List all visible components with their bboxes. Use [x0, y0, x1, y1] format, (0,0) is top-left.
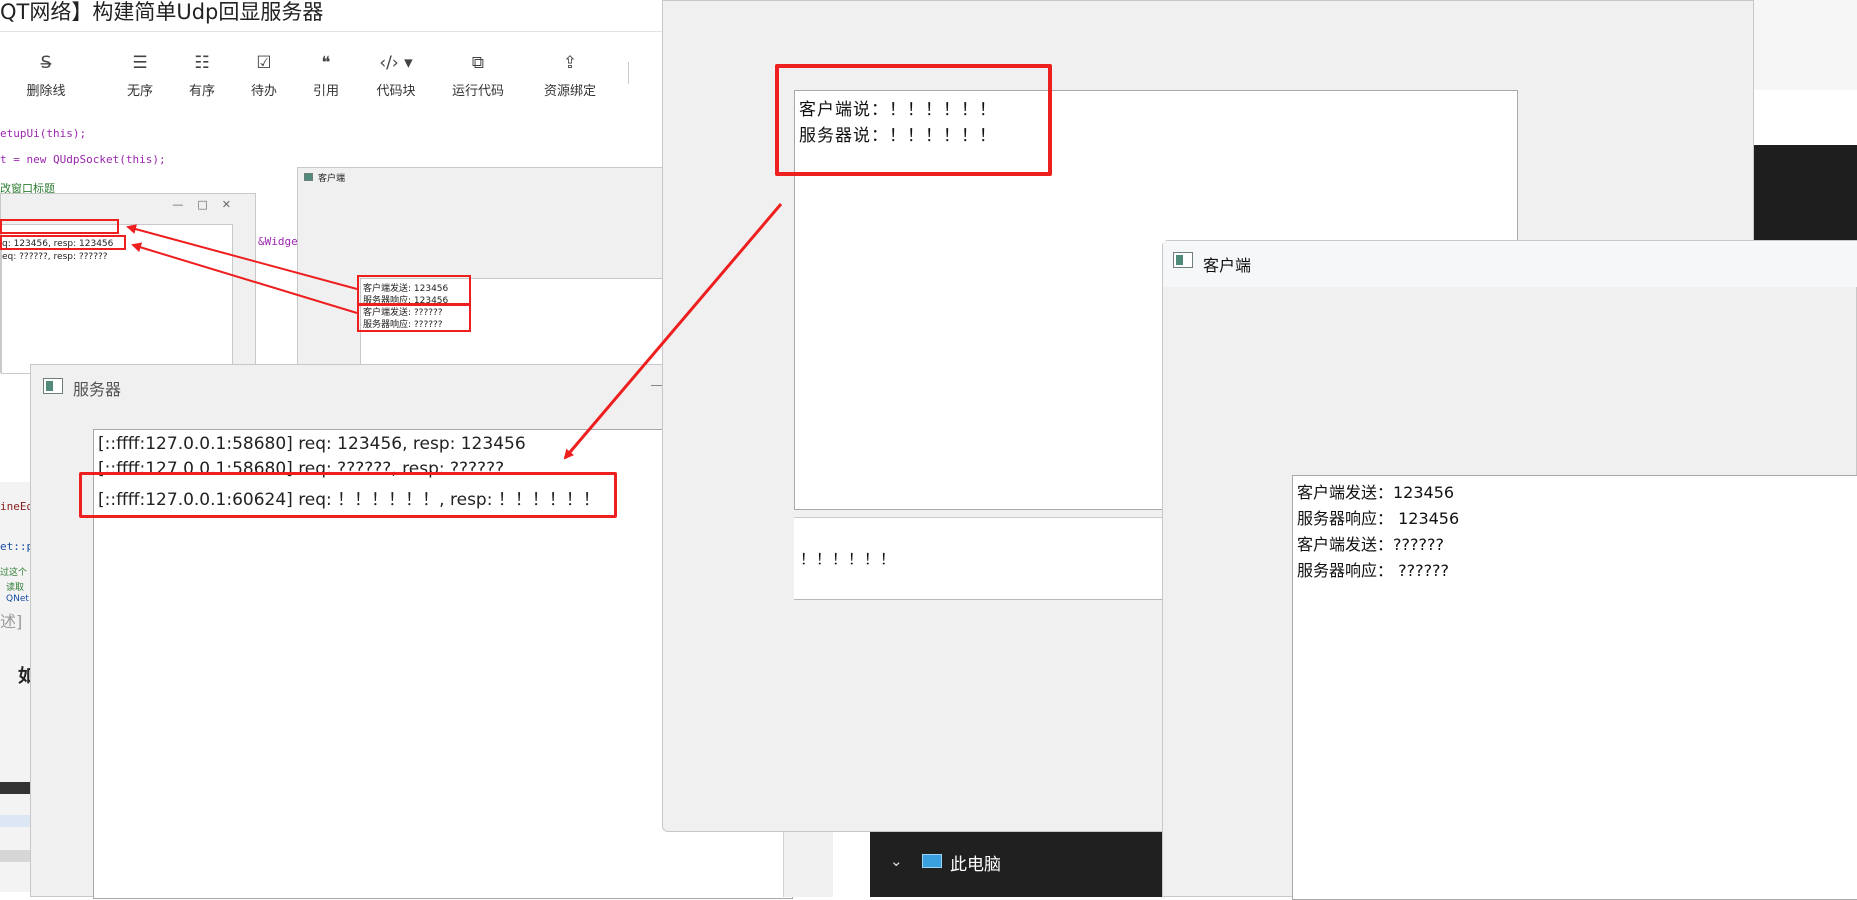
arrow-line [126, 224, 358, 290]
arrow-line [563, 203, 783, 460]
annotation-arrows [126, 203, 783, 460]
